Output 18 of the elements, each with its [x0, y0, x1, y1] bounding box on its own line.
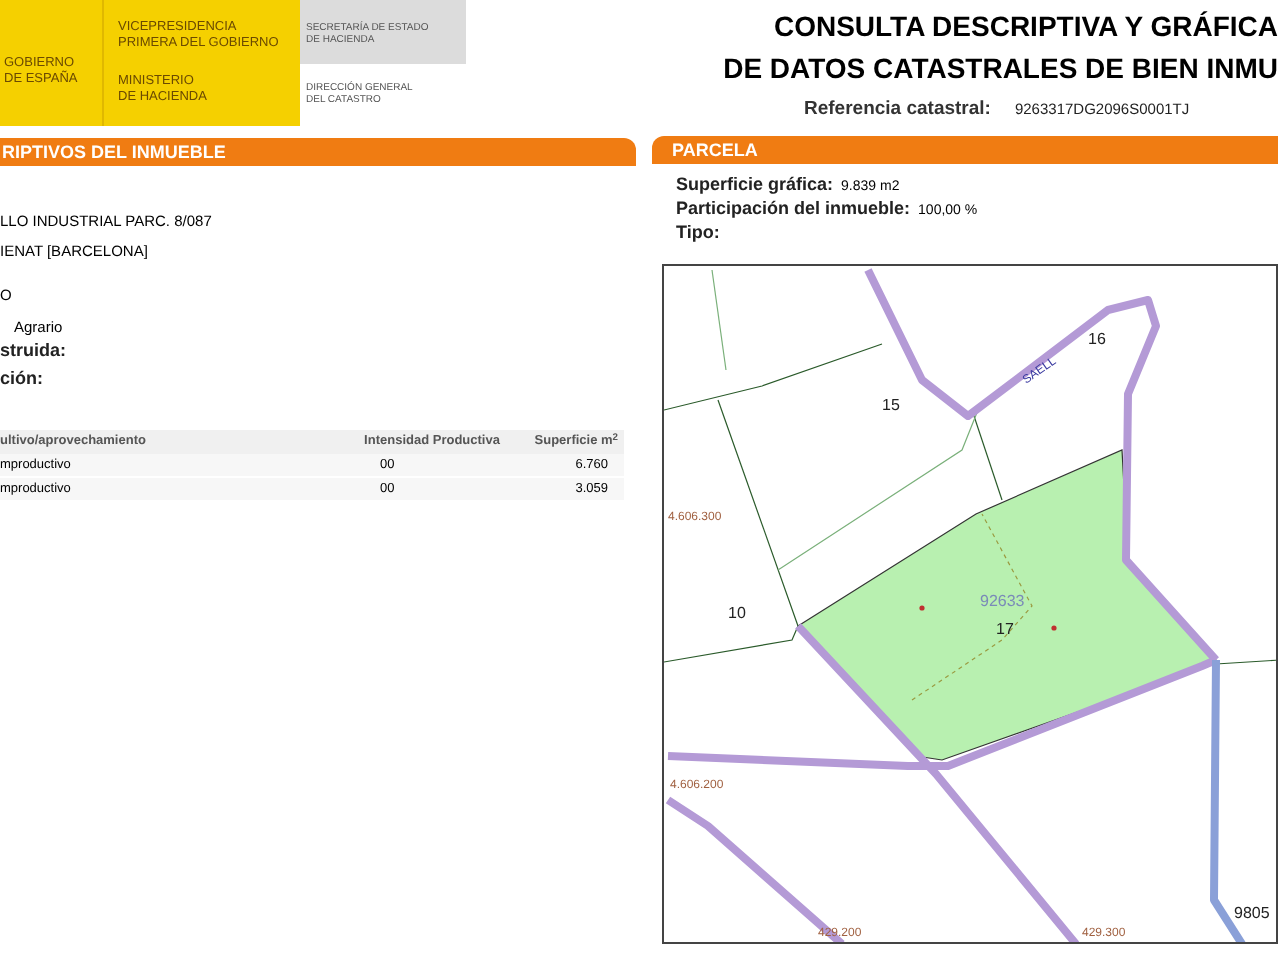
- field-label: ción:: [0, 368, 45, 390]
- parcel-number: 17: [996, 620, 1014, 639]
- document-title: CONSULTA DESCRIPTIVA Y GRÁFICA: [773, 8, 1278, 46]
- reference-label: Referencia catastral:: [804, 96, 991, 124]
- point-marker: [919, 605, 925, 612]
- parcel-number: 15: [882, 396, 900, 415]
- section-header: PARCELA: [652, 136, 1278, 165]
- parcel-number: 92633: [980, 592, 1025, 611]
- parcel-number: 10: [728, 604, 746, 623]
- section-header: RIPTIVOS DEL INMUEBLE: [0, 138, 636, 166]
- field-label: Participación del inmueble:: [676, 196, 911, 223]
- point-marker: [1051, 625, 1057, 632]
- field-label: Superficie gráfica:: [676, 172, 834, 199]
- field-label: Tipo:: [676, 220, 720, 247]
- document-title: DE DATOS CATASTRALES DE BIEN INMU: [723, 50, 1278, 88]
- field-label: struida:: [0, 340, 69, 362]
- parcel-number: 9805: [1234, 904, 1270, 923]
- parcel-number: 16: [1088, 330, 1106, 349]
